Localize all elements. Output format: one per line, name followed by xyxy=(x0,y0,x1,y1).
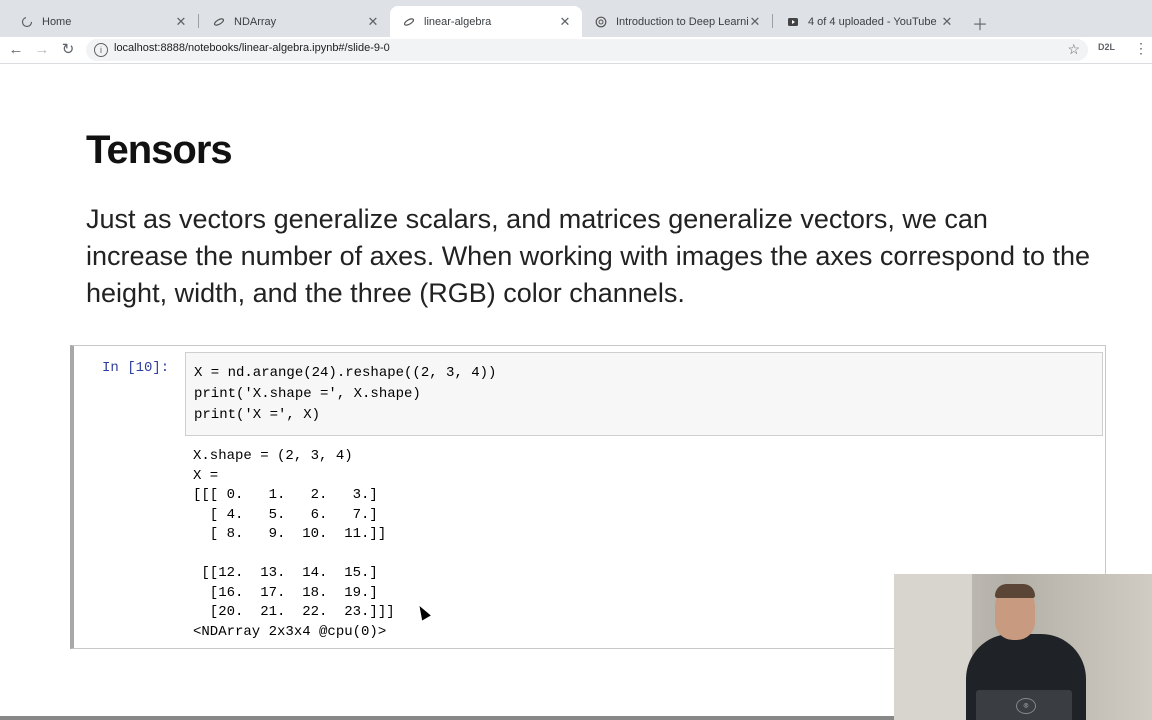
browser-toolbar: ← → ↻ i localhost:8888/notebooks/linear-… xyxy=(0,37,1152,64)
code-input-area[interactable]: X = nd.arange(24).reshape((2, 3, 4)) pri… xyxy=(185,352,1103,436)
code-line: print('X.shape =', X.shape) xyxy=(194,386,421,402)
output-line: [[[ 0. 1. 2. 3.] xyxy=(193,487,378,503)
tab-title: Home xyxy=(42,15,72,28)
tab-ndarray[interactable]: NDArray ✕ xyxy=(200,6,390,37)
output-line: X.shape = (2, 3, 4) xyxy=(193,448,353,464)
laptop-sticker-icon: ◎ xyxy=(1016,698,1036,714)
tab-title: Introduction to Deep Learning xyxy=(616,15,748,28)
close-icon[interactable]: ✕ xyxy=(748,14,762,30)
openai-logo-icon xyxy=(594,15,608,29)
cell-output: X.shape = (2, 3, 4) X = [[[ 0. 1. 2. 3.]… xyxy=(193,447,395,642)
tab-intro-deep-learning[interactable]: Introduction to Deep Learning ✕ xyxy=(582,6,772,37)
output-line: [20. 21. 22. 23.]]] xyxy=(193,604,395,620)
tab-title: linear-algebra xyxy=(424,15,492,28)
close-icon[interactable]: ✕ xyxy=(558,14,572,30)
close-icon[interactable]: ✕ xyxy=(174,14,188,30)
tab-title: 4 of 4 uploaded - YouTube xyxy=(808,15,937,28)
output-line: [16. 17. 18. 19.] xyxy=(193,584,378,601)
kebab-menu-icon[interactable]: ⋮ xyxy=(1134,40,1148,57)
tab-title: NDArray xyxy=(234,15,277,28)
bottom-divider xyxy=(0,716,894,720)
webcam-video: ◎ xyxy=(894,574,1152,720)
back-arrow-icon[interactable]: ← xyxy=(6,40,26,60)
close-icon[interactable]: ✕ xyxy=(366,14,380,30)
info-icon[interactable]: i xyxy=(94,43,108,57)
url-text: localhost:8888/notebooks/linear-algebra.… xyxy=(114,42,390,54)
output-line: <NDArray 2x3x4 @cpu(0)> xyxy=(193,623,387,640)
output-line: [[12. 13. 14. 15.] xyxy=(193,565,378,581)
loading-spinner-icon xyxy=(20,15,34,29)
cell-prompt: In [10]: xyxy=(102,360,170,376)
output-line: [ 4. 5. 6. 7.] xyxy=(193,506,378,523)
address-bar[interactable]: i localhost:8888/notebooks/linear-algebr… xyxy=(86,39,1088,61)
code-block: X = nd.arange(24).reshape((2, 3, 4)) pri… xyxy=(194,363,496,426)
forward-arrow-icon[interactable]: → xyxy=(32,40,52,60)
tab-strip: Home ✕ NDArray ✕ linear-algebra ✕ Introd… xyxy=(0,0,1152,37)
reload-icon[interactable]: ↻ xyxy=(58,40,78,60)
youtube-studio-icon xyxy=(786,15,800,29)
new-tab-plus-icon[interactable]: ＋ xyxy=(972,11,988,35)
tab-linear-algebra[interactable]: linear-algebra ✕ xyxy=(390,6,582,37)
slide-title: Tensors xyxy=(86,128,233,172)
output-line: X = xyxy=(193,467,219,484)
code-line: print('X =', X) xyxy=(194,407,321,423)
jupyter-icon xyxy=(212,15,226,29)
jupyter-icon xyxy=(402,15,416,29)
bookmark-star-icon[interactable]: ☆ xyxy=(1067,41,1080,58)
close-icon[interactable]: ✕ xyxy=(940,14,954,30)
code-line: X = nd.arange(24).reshape((2, 3, 4)) xyxy=(194,365,497,381)
tab-home[interactable]: Home ✕ xyxy=(8,6,198,37)
d2l-extension-icon[interactable]: D2L xyxy=(1098,42,1115,52)
output-line: [ 8. 9. 10. 11.]] xyxy=(193,526,387,542)
slide-paragraph: Just as vectors generalize scalars, and … xyxy=(86,204,1091,308)
tab-youtube[interactable]: 4 of 4 uploaded - YouTube ✕ xyxy=(774,6,964,37)
